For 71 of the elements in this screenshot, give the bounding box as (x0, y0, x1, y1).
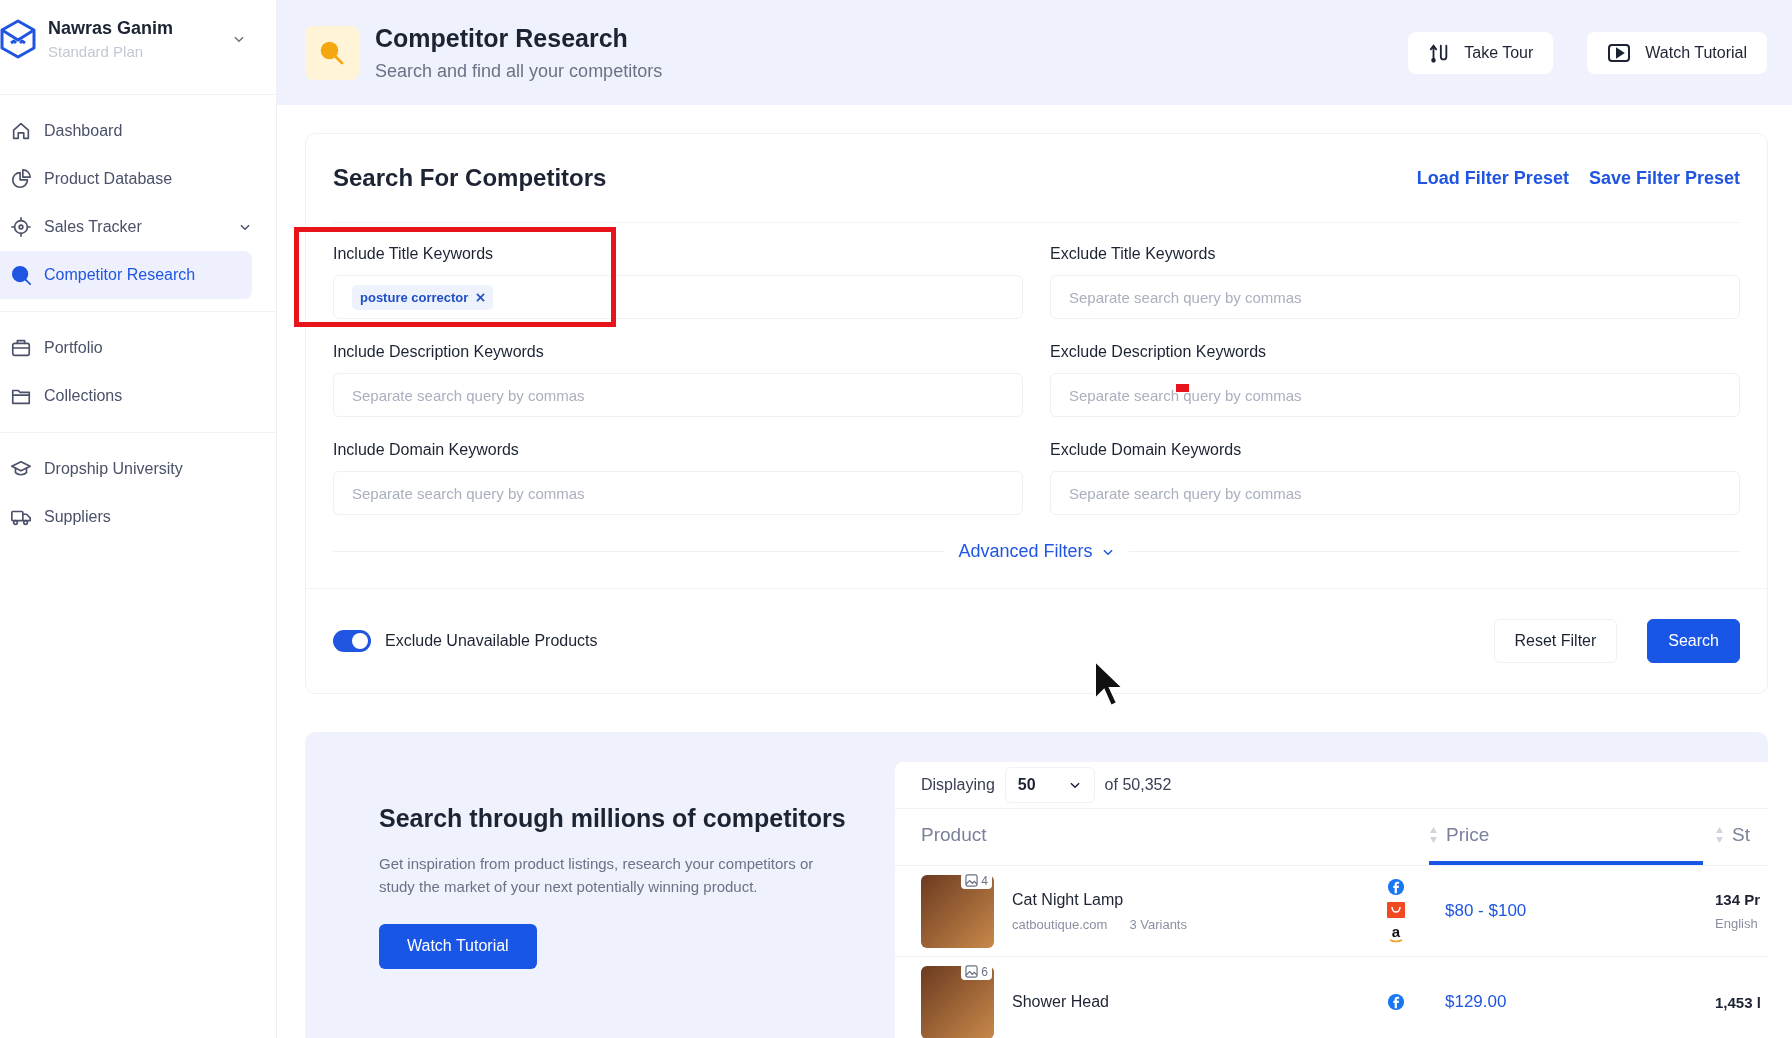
price-cell-text: $129.00 (1444, 992, 1508, 1012)
sidebar-item[interactable]: Collections (0, 372, 252, 420)
logo-icon (0, 19, 36, 59)
toggle-label: Exclude Unavailable Products (385, 632, 598, 650)
sidebar-item[interactable]: Product Database (0, 155, 252, 203)
field-label: Include Title Keywords (333, 245, 494, 263)
page-subtitle: Search and find all your competitors (375, 60, 663, 82)
sidebar-item[interactable]: Sales Tracker (0, 203, 252, 251)
field-label: Include Description Keywords (333, 343, 544, 361)
search-icon (10, 264, 32, 286)
price-cell-text: $80 - $100 (1444, 901, 1528, 921)
field-label: Exclude Description Keywords (1050, 343, 1267, 361)
product-name[interactable]: Cat Night Lamp (1012, 890, 1187, 909)
keyword-field[interactable]: Separate search query by commas (1050, 275, 1740, 319)
take-tour-button[interactable]: Take Tour (1408, 31, 1554, 74)
advanced-filters-button[interactable]: Advanced Filters (958, 541, 1115, 562)
image-icon (965, 874, 979, 887)
preset-link[interactable]: Save Filter Preset (1588, 167, 1740, 189)
account-name: Nawras Ganim (48, 18, 175, 39)
watch-tutorial-button[interactable]: Watch Tutorial (1587, 31, 1767, 74)
keyword-field[interactable]: posture corrector (333, 275, 1023, 319)
sort-icon (1429, 826, 1438, 844)
product-domain: catboutique.com (1012, 916, 1108, 932)
table-cell-text: 134 Pr (1715, 891, 1762, 908)
f-logo-icon (1387, 878, 1405, 896)
home-icon (10, 120, 32, 142)
pie-chart-icon (10, 168, 32, 190)
product-name[interactable]: Shower Head (1012, 993, 1109, 1011)
table-cell-text: English (1715, 916, 1759, 931)
keyword-field[interactable]: Separate search query by commas (333, 373, 1023, 417)
field-label: Exclude Title Keywords (1050, 245, 1216, 263)
column-header[interactable]: Product (895, 809, 1429, 865)
sort-icon (1715, 826, 1724, 844)
page-size-select[interactable]: 50 (1004, 767, 1095, 803)
promo-text: Get inspiration from product listings, research your competitors or study the market of your next potentially winning product. (379, 853, 815, 897)
sidebar-item[interactable]: Competitor Research (0, 251, 252, 299)
field-label: Include Domain Keywords (333, 441, 519, 459)
total-count: of 50,352 (1104, 776, 1172, 794)
target-icon (10, 216, 32, 238)
image-count: 6 (961, 963, 992, 980)
keyword-field[interactable]: Separate search query by commas (333, 471, 1023, 515)
watch-tutorial-button[interactable]: Watch Tutorial (379, 923, 537, 969)
preset-link[interactable]: Load Filter Preset (1416, 167, 1569, 189)
image-count: 4 (961, 872, 992, 889)
search-icon (305, 25, 359, 80)
sidebar-item[interactable]: Suppliers (0, 493, 252, 541)
toggle-switch[interactable] (333, 630, 371, 652)
column-header[interactable]: Price (1429, 809, 1703, 865)
keyword-tag: posture corrector (352, 284, 494, 310)
sidebar-item[interactable]: Dashboard (0, 107, 252, 155)
field-label: Exclude Domain Keywords (1050, 441, 1242, 459)
promo-title: Search through millions of competitors (379, 803, 847, 834)
variant-count: 3 Variants (1129, 916, 1187, 932)
keyword-field[interactable]: Separate search query by commas (1050, 373, 1740, 417)
f-logo-icon (1387, 993, 1405, 1011)
close-icon[interactable] (476, 292, 486, 302)
briefcase-icon (10, 337, 32, 359)
column-header[interactable]: St (1703, 809, 1768, 865)
play-icon (1607, 41, 1632, 64)
sidebar-item[interactable]: Dropship University (0, 445, 252, 493)
search-button[interactable]: Search (1647, 619, 1740, 663)
section-title: Search For Competitors (333, 164, 607, 192)
displaying-label: Displaying (921, 776, 995, 794)
image-icon (965, 965, 979, 978)
sidebar-item[interactable]: Portfolio (0, 324, 252, 372)
keyword-field[interactable]: Separate search query by commas (1050, 471, 1740, 515)
shopping-bag-icon (1387, 902, 1405, 918)
reset-button[interactable]: Reset Filter (1493, 619, 1618, 663)
table-cell-text: 1,453 l (1715, 993, 1762, 1011)
account-plan: Standard Plan (48, 43, 145, 60)
page-title: Competitor Research (375, 23, 629, 53)
